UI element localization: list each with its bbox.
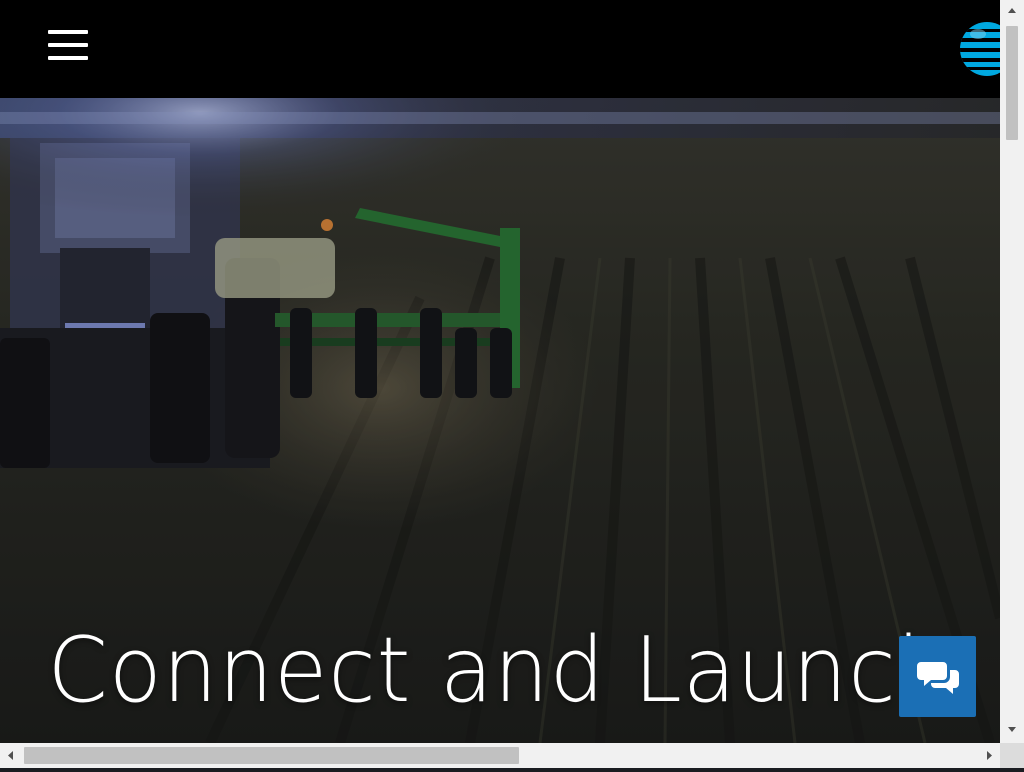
att-globe-logo-icon[interactable] — [958, 20, 1000, 78]
scroll-up-arrow-icon[interactable] — [1000, 0, 1024, 20]
horizontal-scrollbar-thumb[interactable] — [24, 747, 519, 764]
vertical-scrollbar-thumb[interactable] — [1006, 26, 1018, 140]
hero-title: Connect and Launch — [47, 618, 953, 723]
chat-button[interactable] — [899, 636, 976, 717]
scrollbar-corner — [1000, 743, 1024, 768]
chat-bubbles-icon — [917, 662, 959, 694]
hero-banner: Connect and Launch — [0, 98, 1000, 743]
hamburger-menu-icon[interactable] — [48, 30, 88, 60]
scroll-down-arrow-icon[interactable] — [1000, 720, 1024, 740]
scroll-right-arrow-icon[interactable] — [980, 743, 1000, 768]
scroll-left-arrow-icon[interactable] — [0, 743, 20, 768]
horizontal-scrollbar[interactable] — [0, 743, 1000, 768]
vertical-scrollbar[interactable] — [1000, 0, 1024, 743]
site-header — [0, 0, 1000, 98]
